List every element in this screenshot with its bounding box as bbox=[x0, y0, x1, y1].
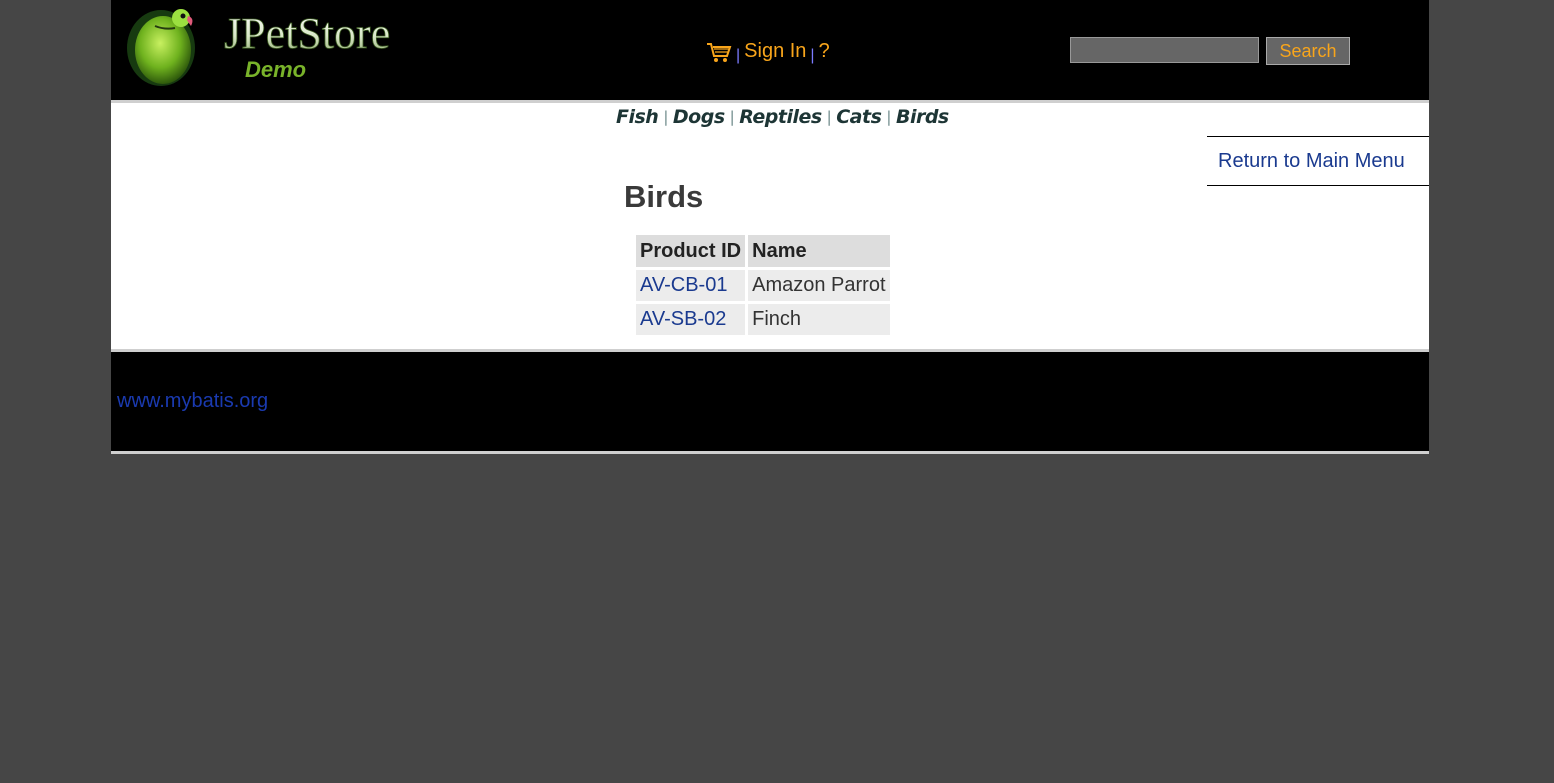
product-id-cell: AV-CB-01 bbox=[636, 270, 746, 301]
page-title: Birds bbox=[624, 179, 704, 214]
menu-links: | Sign In | ? bbox=[706, 36, 830, 66]
footer: www.mybatis.org bbox=[111, 352, 1429, 454]
product-table: Product ID Name AV-CB-01 Amazon Parrot A… bbox=[633, 232, 893, 338]
product-id-link[interactable]: AV-SB-02 bbox=[640, 308, 726, 330]
return-to-main-menu-link[interactable]: Return to Main Menu bbox=[1218, 150, 1405, 173]
menu-separator: | bbox=[736, 47, 741, 64]
search-button[interactable]: Search bbox=[1266, 37, 1350, 65]
mybatis-link[interactable]: www.mybatis.org bbox=[117, 390, 268, 413]
quicklink-separator: | bbox=[663, 108, 668, 126]
quicklink-cats[interactable]: Cats bbox=[836, 106, 882, 128]
quicklink-separator: | bbox=[729, 108, 735, 126]
cart-icon bbox=[707, 43, 732, 62]
search-input[interactable] bbox=[1070, 37, 1259, 63]
help-link[interactable]: ? bbox=[819, 40, 830, 63]
table-row: AV-SB-02 Finch bbox=[636, 304, 890, 335]
sign-in-link[interactable]: Sign In bbox=[744, 40, 806, 63]
main-content: Fish | Dogs | Reptiles | Cats | Birds Re… bbox=[111, 103, 1429, 352]
product-name-cell: Amazon Parrot bbox=[748, 270, 890, 301]
table-header-row: Product ID Name bbox=[636, 235, 890, 267]
logo-text: JPetStore bbox=[224, 9, 390, 58]
quicklink-birds[interactable]: Birds bbox=[896, 106, 949, 128]
logo-link[interactable]: JPetStore Demo bbox=[125, 4, 445, 88]
menu-separator: | bbox=[810, 47, 815, 64]
cart-link[interactable] bbox=[706, 37, 732, 65]
quicklink-dogs[interactable]: Dogs bbox=[673, 106, 725, 128]
table-row: AV-CB-01 Amazon Parrot bbox=[636, 270, 890, 301]
product-id-link[interactable]: AV-CB-01 bbox=[640, 274, 727, 296]
product-name-cell: Finch bbox=[748, 304, 890, 335]
back-link-box: Return to Main Menu bbox=[1207, 136, 1429, 186]
category-quick-links: Fish | Dogs | Reptiles | Cats | Birds bbox=[616, 106, 949, 128]
quicklink-fish[interactable]: Fish bbox=[616, 106, 659, 128]
quicklink-separator: | bbox=[826, 108, 832, 126]
header: JPetStore Demo | Sign In | ? Search bbox=[111, 0, 1429, 103]
column-header-name: Name bbox=[748, 235, 890, 267]
quicklink-reptiles[interactable]: Reptiles bbox=[739, 106, 822, 128]
product-id-cell: AV-SB-02 bbox=[636, 304, 746, 335]
parrot-logo-icon: JPetStore Demo bbox=[127, 9, 391, 86]
logo-subtext: Demo bbox=[245, 57, 306, 82]
page-wrapper: JPetStore Demo | Sign In | ? Search Fish… bbox=[111, 0, 1429, 454]
column-header-product-id: Product ID bbox=[636, 235, 746, 267]
quicklink-separator: | bbox=[886, 108, 891, 126]
